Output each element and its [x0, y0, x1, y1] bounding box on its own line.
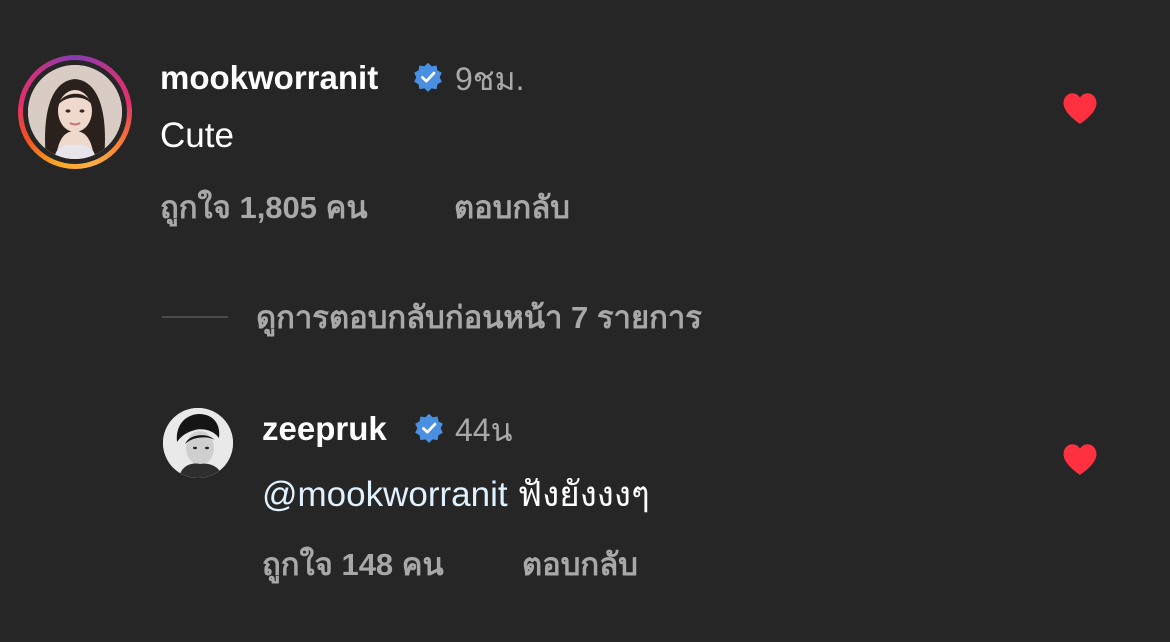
comments-thread: mookworranit 9ชม. Cute ถูกใจ 1,805 คน ตอ…	[0, 0, 1170, 642]
replies-divider-line	[162, 316, 228, 318]
comment-1-username[interactable]: mookworranit	[160, 58, 378, 98]
comment-2-text: @mookworranit ฟังยังงงๆ	[262, 473, 650, 517]
heart-filled-icon[interactable]	[1062, 92, 1098, 126]
comment-2-mention-link[interactable]: @mookworranit	[262, 475, 508, 514]
verified-badge-icon	[414, 62, 442, 92]
view-previous-replies-button[interactable]: ดูการตอบกลับก่อนหน้า 7 รายการ	[256, 298, 702, 338]
comment-2-username[interactable]: zeepruk	[262, 409, 387, 449]
comment-1-avatar-story-ring[interactable]	[18, 55, 132, 169]
comment-1-timestamp: 9ชม.	[455, 61, 525, 97]
comment-1-avatar	[28, 65, 122, 159]
heart-filled-icon[interactable]	[1062, 443, 1098, 477]
comment-1-reply-button[interactable]: ตอบกลับ	[454, 188, 570, 228]
verified-badge-icon	[415, 413, 443, 443]
comment-2-timestamp: 44น	[455, 412, 513, 448]
comment-1-text: Cute	[160, 116, 234, 155]
comment-2-reply-button[interactable]: ตอบกลับ	[522, 545, 638, 585]
comment-1-likes[interactable]: ถูกใจ 1,805 คน	[160, 188, 368, 228]
comment-2-avatar[interactable]	[163, 408, 233, 478]
comment-2-likes[interactable]: ถูกใจ 148 คน	[262, 545, 444, 585]
comment-2-body: ฟังยังงงๆ	[507, 475, 650, 514]
